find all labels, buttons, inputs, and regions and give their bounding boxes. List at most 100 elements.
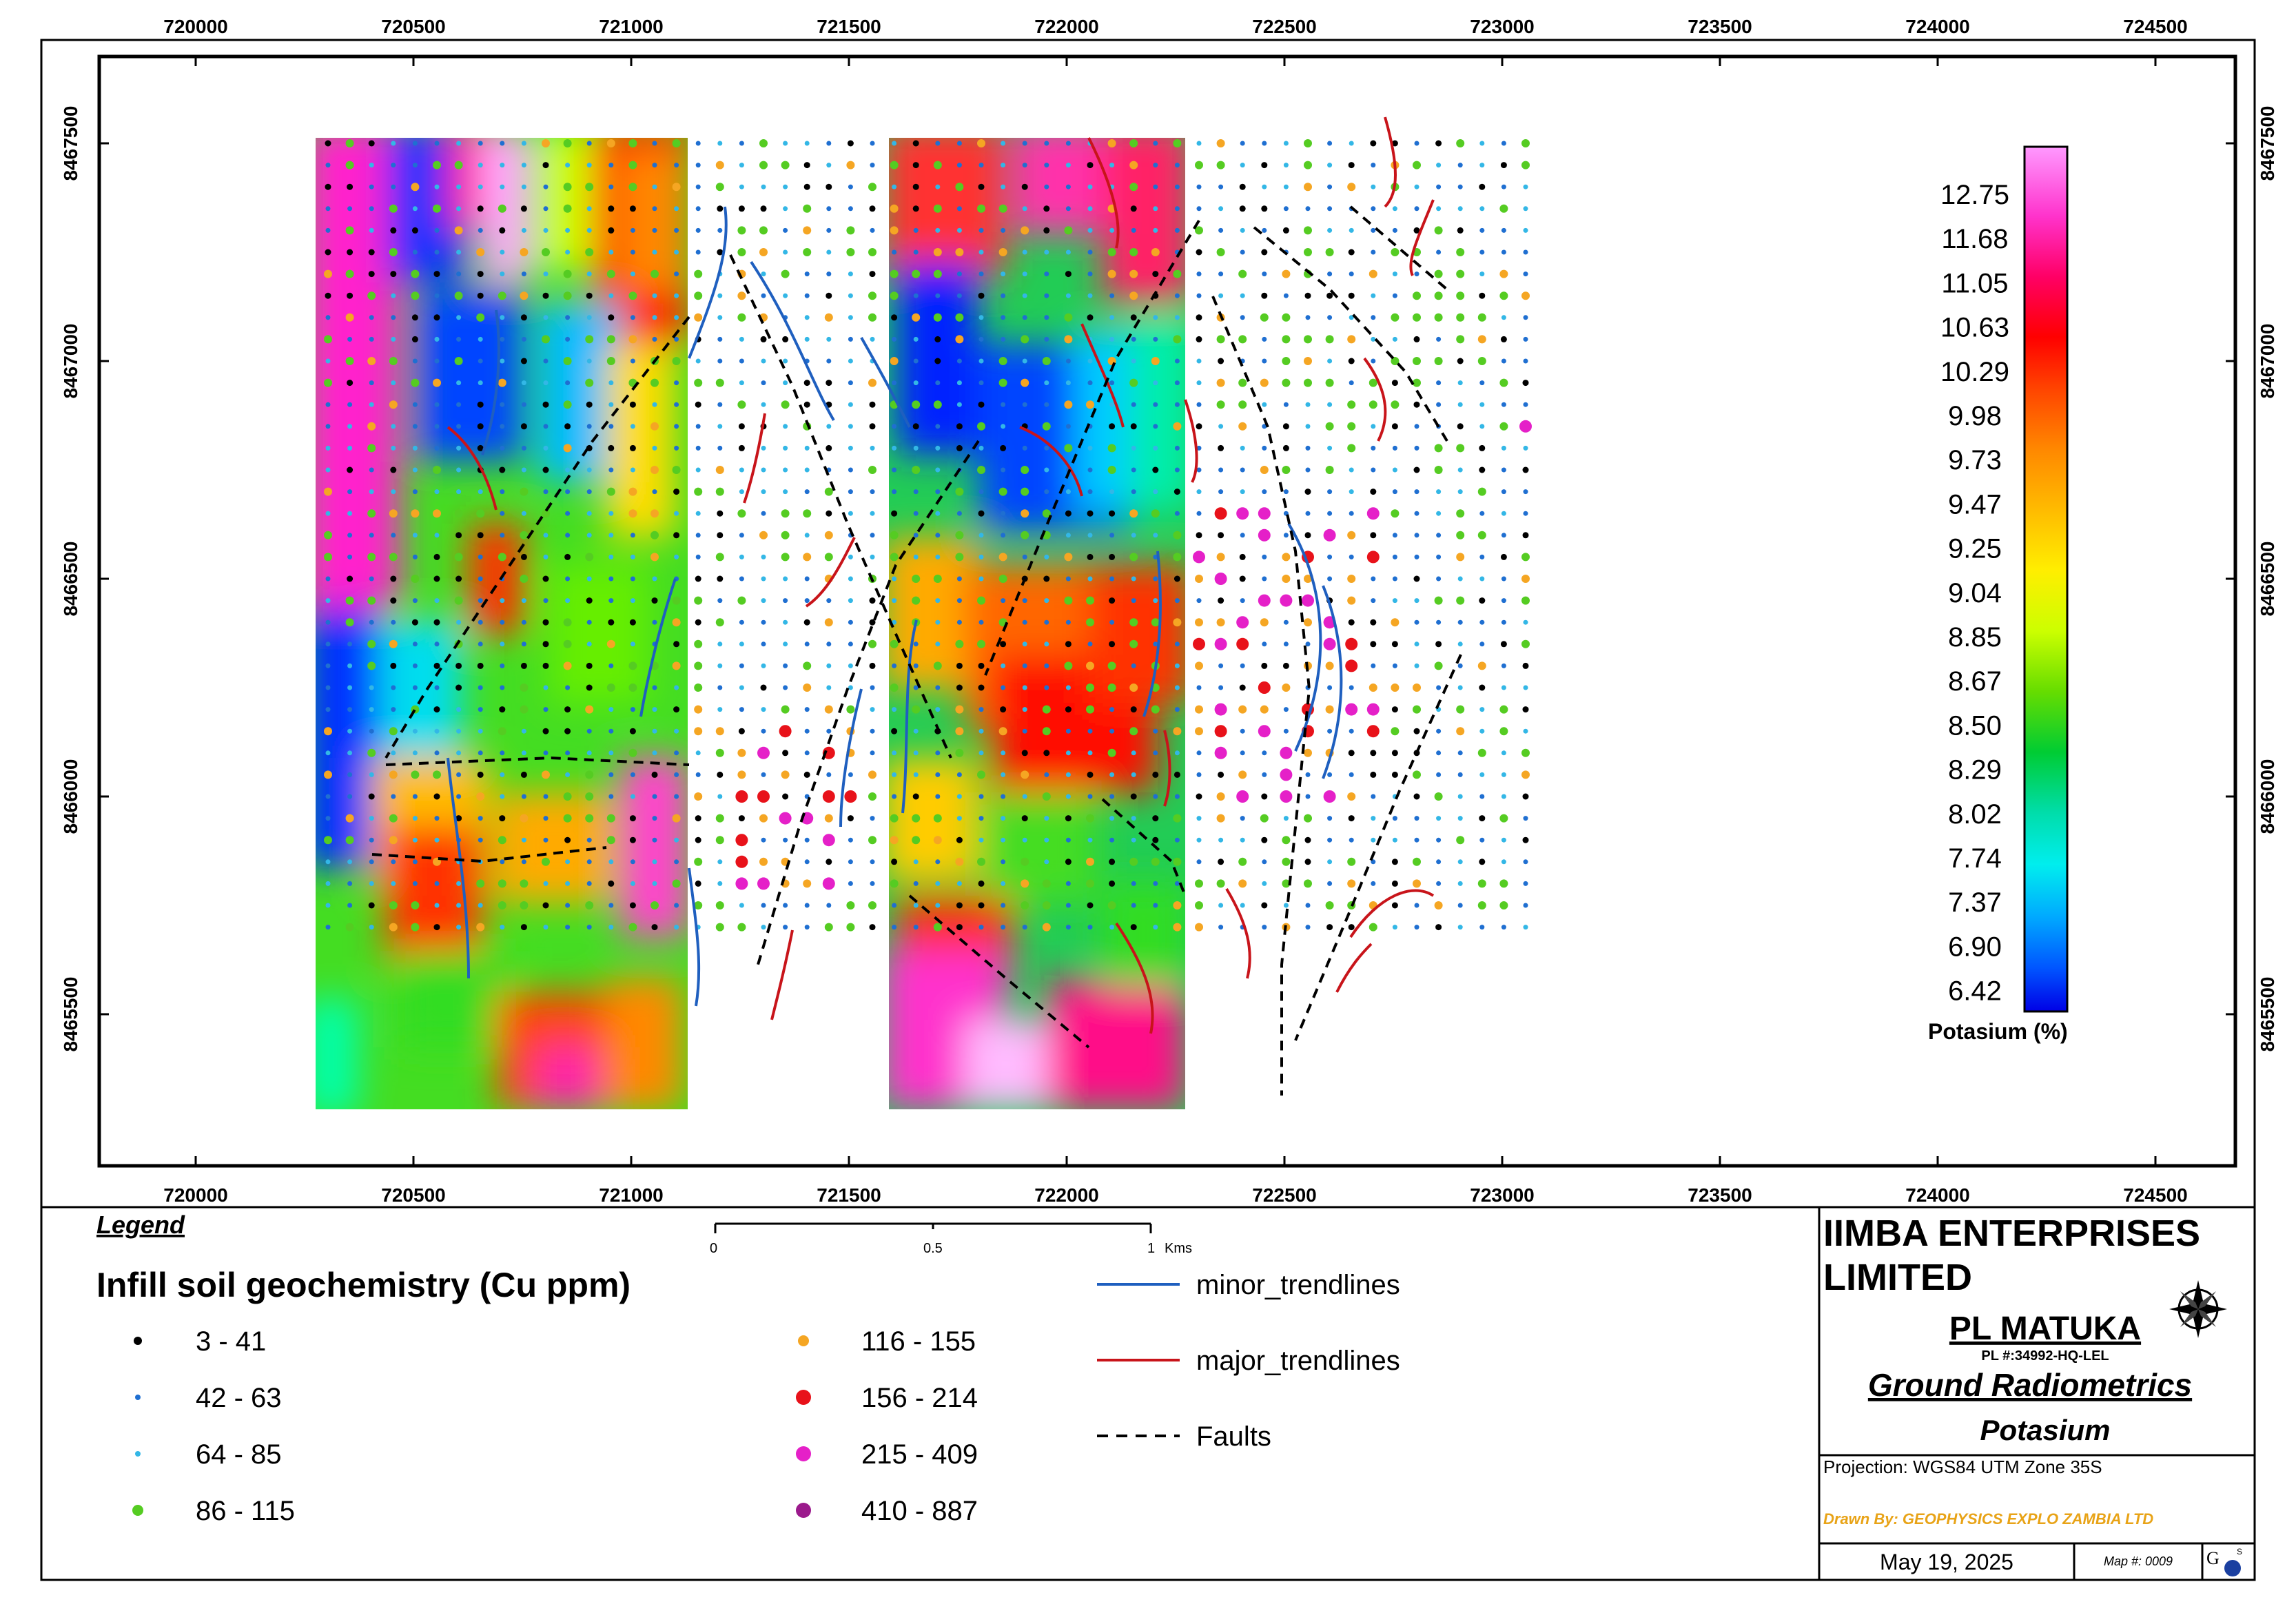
sample-point <box>1523 511 1528 516</box>
sample-point <box>824 705 833 714</box>
sample-point <box>1087 184 1093 189</box>
sample-point <box>1327 859 1333 865</box>
sample-point <box>848 293 853 298</box>
sample-point <box>1327 227 1333 233</box>
sample-point <box>1366 551 1380 564</box>
sample-point <box>1109 380 1115 386</box>
sample-point <box>717 859 723 865</box>
sample-point <box>521 467 526 473</box>
sample-point <box>1109 227 1115 233</box>
sample-point <box>913 772 919 777</box>
sample-point <box>892 424 897 429</box>
sample-point <box>935 380 941 386</box>
sample-point <box>565 750 571 756</box>
sample-point <box>1044 336 1049 342</box>
legend-heading: Legend <box>96 1211 185 1239</box>
sample-point <box>1479 402 1485 407</box>
sample-point <box>1392 227 1397 233</box>
colorbar-label: 9.47 <box>1948 489 2002 520</box>
sample-point <box>1323 637 1336 650</box>
sample-point <box>715 466 724 474</box>
sample-point <box>1479 925 1485 930</box>
sample-point <box>1304 161 1312 169</box>
sample-point <box>389 727 398 736</box>
sample-point <box>913 881 919 886</box>
sample-point <box>1456 596 1465 605</box>
sample-point <box>543 445 549 451</box>
sample-point <box>1304 226 1312 235</box>
sample-point <box>1196 358 1202 364</box>
sample-point <box>521 598 526 604</box>
sample-point <box>608 184 614 189</box>
sample-point <box>1349 227 1354 233</box>
sample-point <box>913 227 919 233</box>
sample-point <box>674 227 679 233</box>
sample-point <box>543 315 549 320</box>
sample-point <box>325 424 331 429</box>
sample-point <box>521 750 526 756</box>
sample-point <box>717 598 723 604</box>
sample-point <box>1109 553 1116 560</box>
sample-point <box>347 445 353 451</box>
sample-point <box>1262 402 1267 407</box>
sample-point <box>1392 837 1397 843</box>
sample-point <box>739 358 744 364</box>
sample-point <box>826 271 832 277</box>
sample-point <box>1456 553 1465 562</box>
sample-point <box>1414 271 1419 277</box>
sample-point <box>1195 575 1203 583</box>
sample-point <box>434 903 440 908</box>
sample-point <box>1086 618 1094 627</box>
sample-point <box>890 291 899 300</box>
sample-point <box>674 903 679 908</box>
sample-point <box>1065 358 1071 364</box>
sample-point <box>1087 576 1093 582</box>
sample-point <box>369 728 374 734</box>
legend-class-symbol <box>796 1446 811 1461</box>
sample-point <box>1021 183 1028 190</box>
sample-point <box>500 163 505 168</box>
sample-point <box>978 880 985 887</box>
sample-point <box>1240 728 1245 734</box>
sample-point <box>565 925 571 930</box>
sample-point <box>998 553 1007 562</box>
sample-point <box>912 705 921 714</box>
sample-point <box>412 489 418 495</box>
sample-point <box>1457 380 1463 386</box>
sample-point <box>1434 901 1443 909</box>
sample-point <box>1022 728 1027 734</box>
sample-point <box>1173 269 1182 278</box>
sample-point <box>1258 507 1271 520</box>
sample-point <box>1022 641 1027 647</box>
sample-point <box>1152 771 1159 778</box>
sample-point <box>1173 901 1182 909</box>
sample-point <box>1304 183 1312 192</box>
sample-point <box>586 925 592 930</box>
sample-point <box>998 357 1007 365</box>
sample-point <box>586 533 592 538</box>
sample-point <box>783 424 788 429</box>
sample-point <box>478 227 483 233</box>
sample-point <box>1371 184 1376 189</box>
sample-point <box>1216 248 1225 256</box>
sample-point <box>1501 750 1506 756</box>
sample-point <box>564 553 571 560</box>
sample-point <box>1523 816 1528 821</box>
title-block: IIMBA ENTERPRISES LIMITED PL MATUKA PL #… <box>1818 1206 2256 1581</box>
sample-point <box>803 553 812 562</box>
sample-point <box>1523 881 1528 886</box>
sample-point <box>912 313 921 322</box>
sample-point <box>434 424 440 429</box>
sample-point <box>1064 553 1073 562</box>
x-tick-label-bottom: 724000 <box>1905 1184 1969 1206</box>
sample-point <box>1501 663 1506 668</box>
sample-point <box>824 313 833 322</box>
sample-point <box>1436 380 1442 386</box>
sample-point <box>913 750 919 756</box>
sample-point <box>521 163 526 168</box>
sample-point <box>347 663 353 668</box>
sample-point <box>868 183 877 192</box>
sample-point <box>759 248 768 256</box>
sample-point <box>848 619 853 625</box>
sample-point <box>1109 402 1115 407</box>
